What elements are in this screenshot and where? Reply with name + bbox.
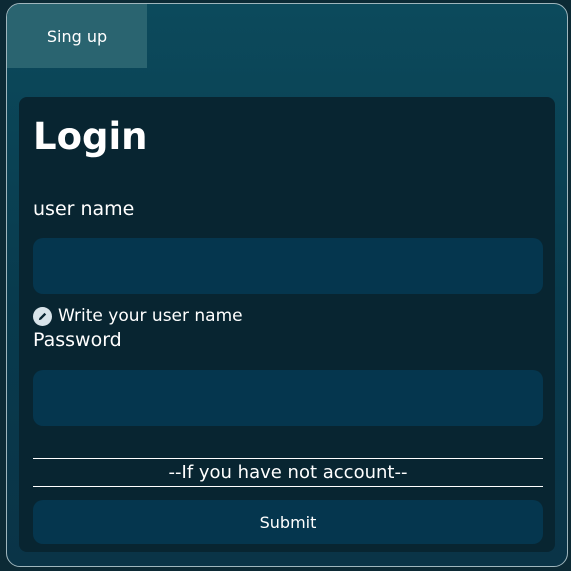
username-hint: Write your user name: [33, 306, 243, 326]
submit-button[interactable]: Submit: [33, 500, 543, 544]
tab-signup[interactable]: Sing up: [7, 4, 147, 68]
no-account-text: --If you have not account--: [168, 462, 408, 483]
username-label: user name: [33, 198, 135, 220]
pencil-icon: [33, 306, 52, 326]
username-input[interactable]: [33, 238, 543, 294]
page-title: Login: [33, 115, 148, 158]
username-hint-text: Write your user name: [58, 306, 243, 326]
tab-bar: Sing up: [7, 4, 567, 68]
no-account-divider: --If you have not account--: [33, 458, 543, 487]
signup-login-card: Sing up Login user name Write your user …: [6, 3, 568, 567]
login-panel: Login user name Write your user name Pas…: [19, 97, 555, 552]
password-input[interactable]: [33, 370, 543, 426]
password-label: Password: [33, 329, 122, 351]
